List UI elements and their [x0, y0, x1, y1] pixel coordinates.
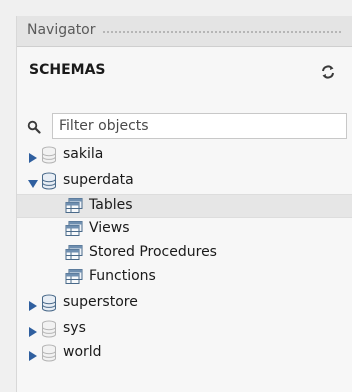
table-icon: [65, 198, 83, 214]
table-icon: [65, 269, 83, 285]
table-icon: [65, 245, 83, 261]
triangle-right-icon[interactable]: [27, 347, 39, 361]
table-icon: [65, 221, 83, 237]
schema-item-sakila[interactable]: sakila: [17, 144, 352, 166]
schema-item-superdata[interactable]: superdata: [17, 170, 352, 192]
drag-grip[interactable]: [102, 30, 341, 34]
search-icon: [27, 119, 41, 134]
database-icon: [41, 294, 57, 312]
tree-item-tables[interactable]: Tables: [17, 194, 352, 218]
schemas-header: SCHEMAS: [17, 60, 352, 84]
navigator-titlebar[interactable]: Navigator: [17, 16, 352, 47]
filter-row: [17, 112, 352, 142]
database-icon: [41, 320, 57, 338]
tree-item-functions[interactable]: Functions: [17, 266, 352, 288]
triangle-right-icon[interactable]: [27, 149, 39, 163]
refresh-icon[interactable]: [320, 64, 336, 80]
filter-objects-input[interactable]: [52, 113, 347, 139]
database-icon: [41, 344, 57, 362]
triangle-down-icon[interactable]: [27, 175, 39, 188]
schema-item-world[interactable]: world: [17, 342, 352, 364]
schema-label: sys: [63, 320, 86, 336]
schema-item-sys[interactable]: sys: [17, 318, 352, 340]
tree-item-views[interactable]: Views: [17, 218, 352, 240]
database-icon: [41, 172, 57, 190]
tree-item-label: Functions: [89, 268, 156, 284]
tree-item-label: Views: [89, 220, 130, 236]
schema-label: superstore: [63, 294, 138, 310]
tree-item-stored-procedures[interactable]: Stored Procedures: [17, 242, 352, 264]
database-icon: [41, 146, 57, 164]
navigator-title: Navigator: [27, 22, 96, 38]
schema-item-superstore[interactable]: superstore: [17, 292, 352, 314]
schema-label: sakila: [63, 146, 104, 162]
schemas-label: SCHEMAS: [29, 62, 106, 78]
tree-item-label: Tables: [89, 197, 133, 213]
triangle-right-icon[interactable]: [27, 297, 39, 311]
navigator-panel: Navigator SCHEMAS Filter objects sakila …: [16, 16, 352, 392]
tree-item-label: Stored Procedures: [89, 244, 217, 260]
triangle-right-icon[interactable]: [27, 323, 39, 337]
schema-label: superdata: [63, 172, 134, 188]
schema-label: world: [63, 344, 102, 360]
